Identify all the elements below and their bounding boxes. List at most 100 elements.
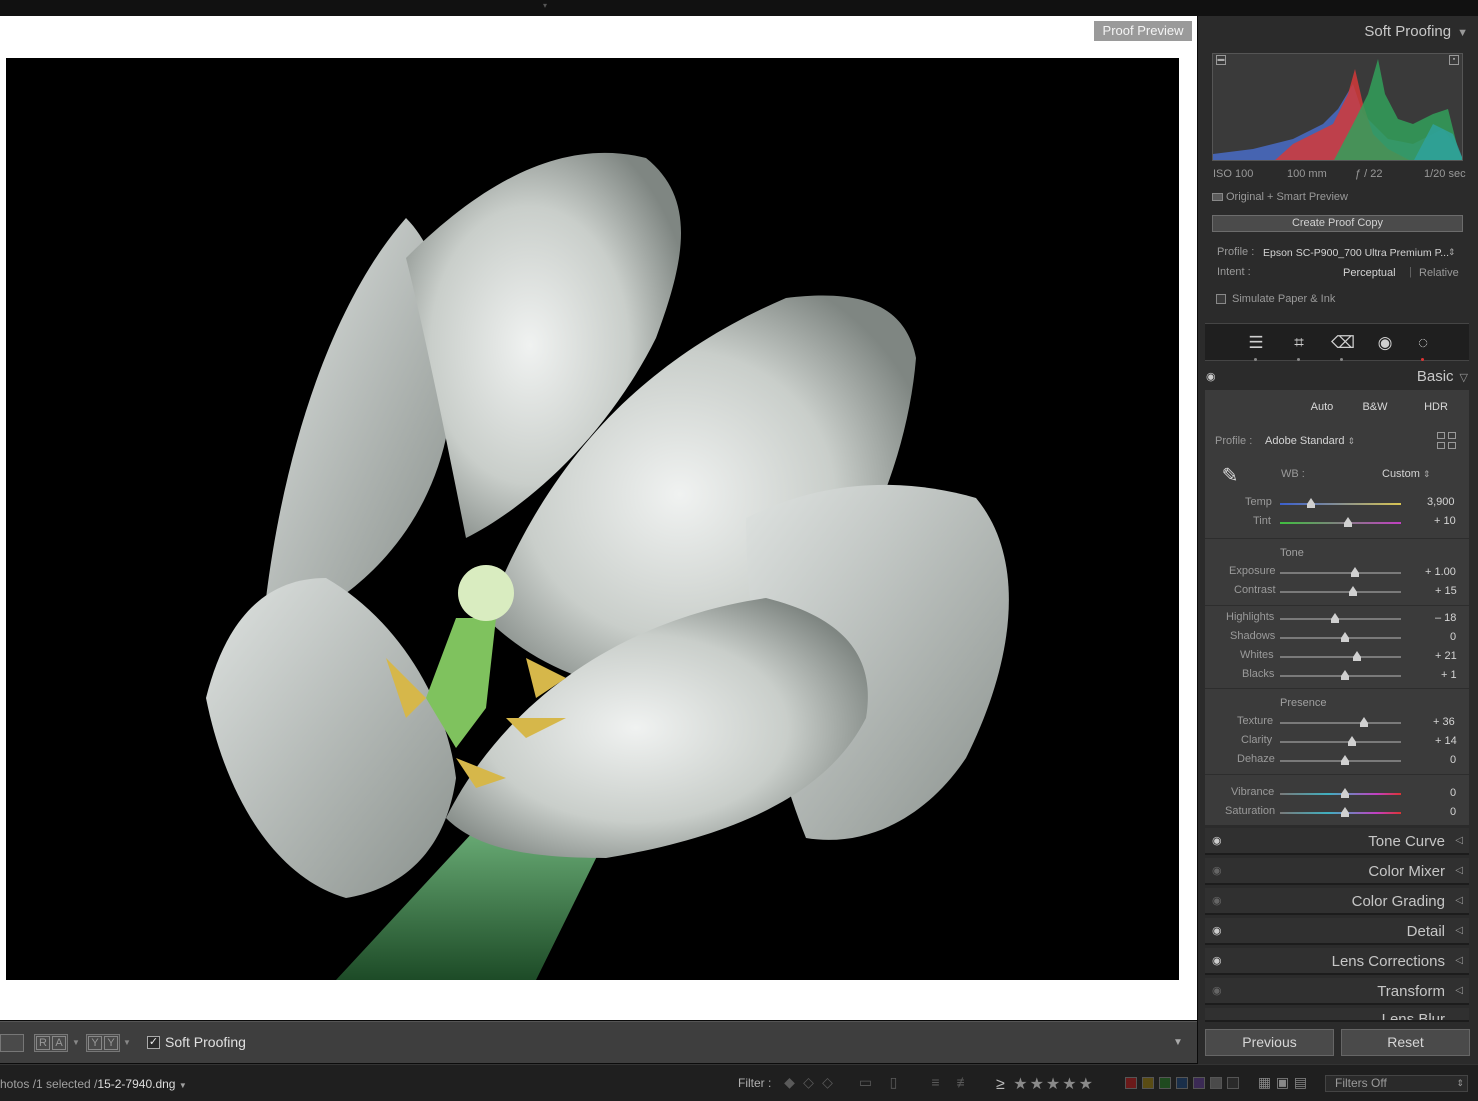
visibility-eye-icon[interactable]: ◉ bbox=[1212, 896, 1226, 907]
masking-icon[interactable]: ◌ bbox=[1412, 332, 1434, 354]
before-after-tb-button[interactable]: Y Y bbox=[86, 1034, 120, 1052]
basic-profile-select[interactable]: Adobe Standard ⇕ bbox=[1265, 435, 1355, 447]
compare-filter-icon[interactable]: ▤ bbox=[1293, 1075, 1308, 1090]
eraser-icon[interactable]: ⌫ bbox=[1331, 332, 1355, 354]
soft-proofing-checkbox[interactable]: ✓ bbox=[147, 1036, 160, 1049]
blacks-slider[interactable] bbox=[1280, 670, 1401, 680]
collapse-top-panel-icon[interactable]: ▾ bbox=[538, 2, 552, 10]
clarity-slider[interactable] bbox=[1280, 736, 1401, 746]
proof-profile-select[interactable]: Epson SC-P900_700 Ultra Premium P... bbox=[1263, 247, 1449, 259]
slider-knob[interactable] bbox=[1348, 586, 1357, 596]
intent-relative[interactable]: Relative bbox=[1419, 267, 1459, 279]
contrast-value[interactable]: + 15 bbox=[1435, 585, 1457, 597]
red-eye-icon[interactable]: ◉ bbox=[1374, 332, 1396, 354]
loupe-view-button[interactable] bbox=[0, 1034, 24, 1052]
before-after-lr-button[interactable]: R A bbox=[34, 1034, 68, 1052]
green-label-filter[interactable] bbox=[1159, 1077, 1171, 1089]
dehaze-slider[interactable] bbox=[1280, 755, 1401, 765]
flag-rejected-icon[interactable]: ◇ bbox=[820, 1075, 835, 1090]
panel-color-mixer[interactable]: ◉ Color Mixer ◁ bbox=[1205, 858, 1469, 885]
slider-knob[interactable] bbox=[1352, 651, 1361, 661]
highlight-clipping-icon[interactable]: ▪ bbox=[1449, 55, 1459, 65]
basic-visibility-eye-icon[interactable]: ◉ bbox=[1206, 372, 1220, 383]
edit-sliders-icon[interactable]: ☰ bbox=[1245, 332, 1267, 354]
filters-select[interactable]: Filters Off ⇕ bbox=[1325, 1075, 1468, 1092]
vibrance-value[interactable]: 0 bbox=[1450, 787, 1456, 799]
panel-detail[interactable]: ◉ Detail ◁ bbox=[1205, 918, 1469, 945]
highlights-slider[interactable] bbox=[1280, 613, 1401, 623]
whites-value[interactable]: + 21 bbox=[1435, 650, 1457, 662]
contrast-slider[interactable] bbox=[1280, 586, 1401, 596]
shadow-clipping-icon[interactable]: ▬ bbox=[1216, 55, 1226, 65]
reset-button[interactable]: Reset bbox=[1341, 1029, 1470, 1056]
crop-icon[interactable]: ⌗ bbox=[1288, 332, 1310, 354]
visibility-eye-icon[interactable]: ◉ bbox=[1212, 926, 1226, 937]
white-balance-dropper-icon[interactable]: ✎ bbox=[1214, 460, 1246, 492]
profile-browser-icon[interactable] bbox=[1437, 432, 1457, 450]
saturation-slider[interactable] bbox=[1280, 807, 1401, 817]
highlights-value[interactable]: – 18 bbox=[1435, 612, 1456, 624]
auto-button[interactable]: Auto bbox=[1304, 398, 1340, 416]
slider-knob[interactable] bbox=[1340, 788, 1349, 798]
custom-label-filter[interactable] bbox=[1210, 1077, 1222, 1089]
shadows-value[interactable]: 0 bbox=[1450, 631, 1456, 643]
slider-knob[interactable] bbox=[1351, 567, 1360, 577]
slider-knob[interactable] bbox=[1359, 717, 1368, 727]
slider-knob[interactable] bbox=[1347, 736, 1356, 746]
saturation-value[interactable]: 0 bbox=[1450, 806, 1456, 818]
tint-value[interactable]: + 10 bbox=[1434, 515, 1456, 527]
tint-slider[interactable] bbox=[1280, 517, 1401, 527]
bw-button[interactable]: B&W bbox=[1357, 398, 1393, 416]
slider-knob[interactable] bbox=[1340, 807, 1349, 817]
whites-slider[interactable] bbox=[1280, 651, 1401, 661]
clarity-value[interactable]: + 14 bbox=[1435, 735, 1457, 747]
visibility-eye-icon[interactable]: ◉ bbox=[1212, 986, 1226, 997]
temp-slider[interactable] bbox=[1280, 498, 1401, 508]
visibility-eye-icon[interactable]: ◉ bbox=[1212, 956, 1226, 967]
hdr-button[interactable]: HDR bbox=[1418, 398, 1454, 416]
slider-knob[interactable] bbox=[1340, 755, 1349, 765]
simulate-paper-checkbox[interactable] bbox=[1216, 294, 1226, 304]
loupe-filter-icon[interactable]: ▣ bbox=[1275, 1075, 1290, 1090]
panel-tone-curve[interactable]: ◉ Tone Curve ◁ bbox=[1205, 828, 1469, 855]
slider-knob[interactable] bbox=[1340, 670, 1349, 680]
edited-filter-icon[interactable]: ▭ bbox=[858, 1075, 873, 1090]
shadows-slider[interactable] bbox=[1280, 632, 1401, 642]
blue-label-filter[interactable] bbox=[1176, 1077, 1188, 1089]
rating-filter[interactable]: ≥ ★★★★★ bbox=[996, 1074, 1095, 1094]
dehaze-value[interactable]: 0 bbox=[1450, 754, 1456, 766]
vibrance-slider[interactable] bbox=[1280, 788, 1401, 798]
wb-select[interactable]: Custom ⇕ bbox=[1382, 468, 1431, 480]
chevron-down-icon[interactable]: ▼ bbox=[123, 1038, 131, 1047]
virtual-copy-filter-icon[interactable]: ≡ bbox=[928, 1075, 943, 1090]
soft-proofing-header[interactable]: Soft Proofing ▼ bbox=[1364, 23, 1468, 40]
texture-slider[interactable] bbox=[1280, 717, 1401, 727]
source-path[interactable]: hotos /1 selected /15-2-7940.dng ▼ bbox=[0, 1077, 187, 1091]
toolbar-menu-icon[interactable]: ▼ bbox=[1173, 1037, 1183, 1048]
chevron-down-icon[interactable]: ▼ bbox=[72, 1038, 80, 1047]
create-proof-copy-button[interactable]: Create Proof Copy bbox=[1212, 215, 1463, 232]
flag-unflagged-icon[interactable]: ◇ bbox=[801, 1075, 816, 1090]
select-arrows-icon[interactable]: ⇕ bbox=[1448, 247, 1456, 258]
panel-lens-corrections[interactable]: ◉ Lens Corrections ◁ bbox=[1205, 948, 1469, 975]
panel-transform[interactable]: ◉ Transform ◁ bbox=[1205, 978, 1469, 1005]
panel-color-grading[interactable]: ◉ Color Grading ◁ bbox=[1205, 888, 1469, 915]
slider-knob[interactable] bbox=[1340, 632, 1349, 642]
unedited-filter-icon[interactable]: ▯ bbox=[886, 1075, 901, 1090]
slider-knob[interactable] bbox=[1306, 498, 1315, 508]
red-label-filter[interactable] bbox=[1125, 1077, 1137, 1089]
yellow-label-filter[interactable] bbox=[1142, 1077, 1154, 1089]
master-photo-filter-icon[interactable]: ≢ bbox=[956, 1075, 971, 1090]
slider-knob[interactable] bbox=[1330, 613, 1339, 623]
purple-label-filter[interactable] bbox=[1193, 1077, 1205, 1089]
temp-value[interactable]: 3,900 bbox=[1427, 496, 1455, 508]
previous-button[interactable]: Previous bbox=[1205, 1029, 1334, 1056]
flag-filter-icon[interactable]: ◆ bbox=[782, 1075, 797, 1090]
visibility-eye-icon[interactable]: ◉ bbox=[1212, 866, 1226, 877]
histogram[interactable]: ▬ ▪ bbox=[1212, 53, 1463, 161]
slider-knob[interactable] bbox=[1344, 517, 1353, 527]
basic-header[interactable]: Basic ▽ bbox=[1417, 368, 1468, 385]
exposure-value[interactable]: + 1.00 bbox=[1425, 566, 1456, 578]
panel-lens-blur[interactable]: Lens Blur bbox=[1205, 1008, 1469, 1022]
visibility-eye-icon[interactable]: ◉ bbox=[1212, 836, 1226, 847]
